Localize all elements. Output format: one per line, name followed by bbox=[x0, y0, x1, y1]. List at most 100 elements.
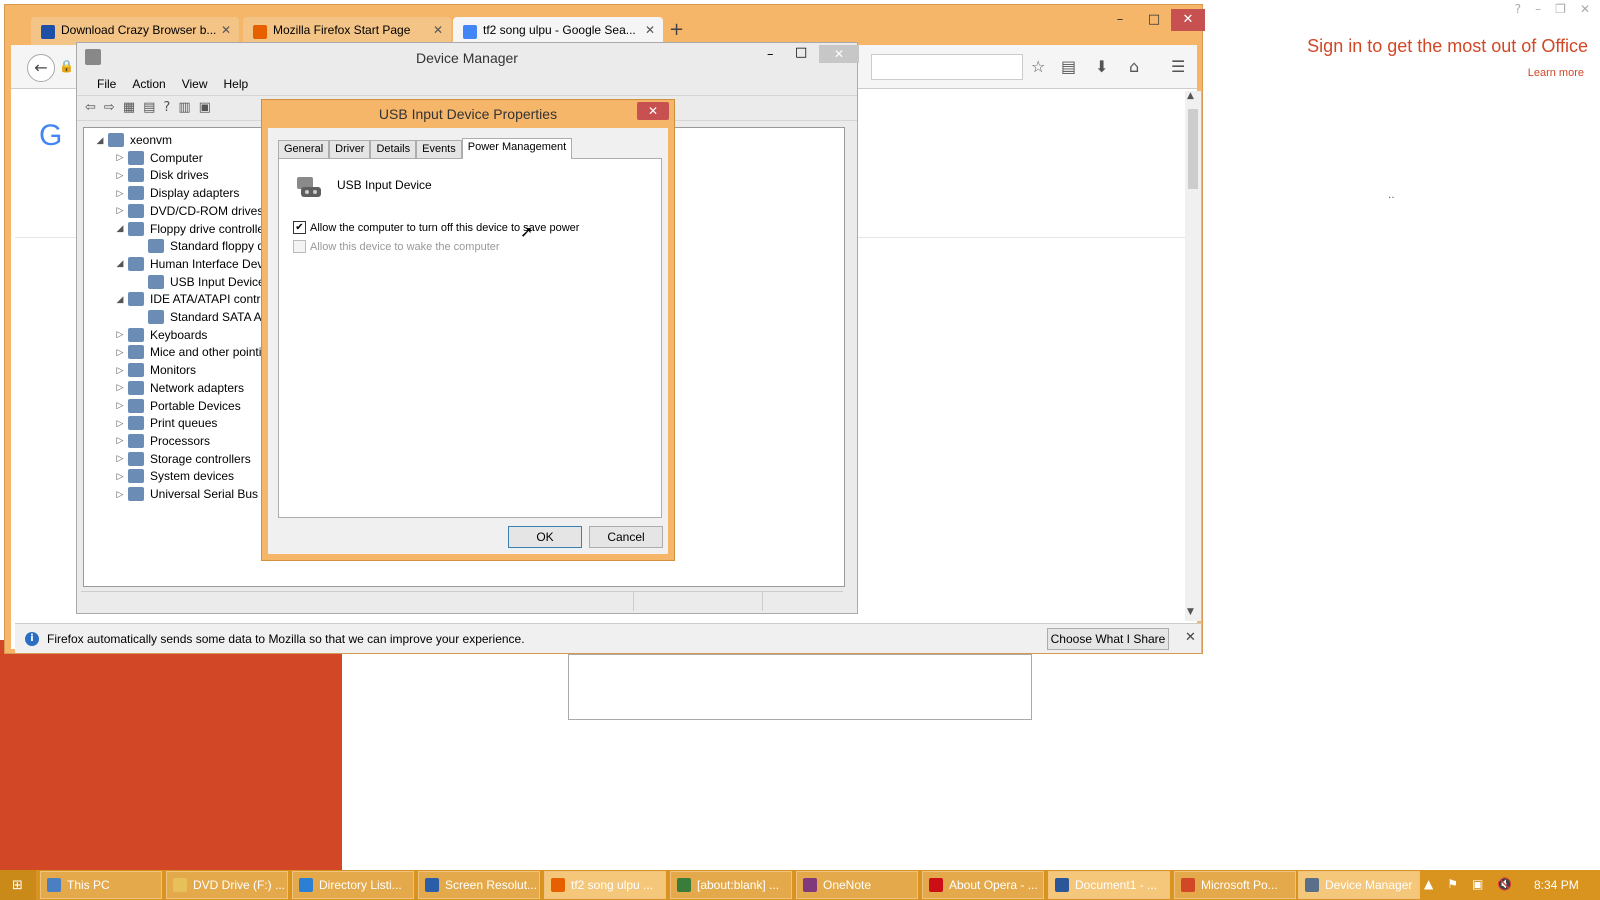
volume-muted-icon[interactable]: 🔇 bbox=[1497, 877, 1512, 891]
taskbar-item[interactable]: Screen Resolut... bbox=[418, 871, 540, 899]
update-driver-icon[interactable]: ▣ bbox=[199, 100, 211, 116]
taskbar-item[interactable]: Document1 - ... bbox=[1048, 871, 1170, 899]
tree-item[interactable]: ▷ Processors bbox=[112, 432, 210, 450]
expand-toggle-icon[interactable]: ▷ bbox=[112, 418, 128, 429]
forward-arrow-icon[interactable]: ⇨ bbox=[104, 100, 115, 116]
show-hidden-icons-icon[interactable]: ▲ bbox=[1424, 877, 1433, 891]
expand-toggle-icon[interactable]: ▷ bbox=[112, 365, 128, 376]
expand-toggle-icon[interactable]: ▷ bbox=[112, 400, 128, 411]
taskbar-item[interactable]: DVD Drive (F:) ... bbox=[166, 871, 288, 899]
maximize-button[interactable]: □ bbox=[795, 45, 807, 60]
expand-toggle-icon[interactable]: ▷ bbox=[112, 471, 128, 482]
expand-toggle-icon[interactable]: ◢ bbox=[112, 223, 128, 234]
menu-icon[interactable]: ☰ bbox=[1171, 57, 1185, 76]
flag-icon[interactable]: ⚑ bbox=[1447, 877, 1458, 891]
taskbar-item[interactable]: This PC bbox=[40, 871, 162, 899]
close-button[interactable]: ✕ bbox=[637, 102, 669, 120]
expand-toggle-icon[interactable]: ▷ bbox=[112, 152, 128, 163]
download-icon[interactable]: ⬇ bbox=[1095, 57, 1108, 76]
browser-tab[interactable]: Mozilla Firefox Start Page ✕ bbox=[243, 17, 451, 45]
expand-toggle-icon[interactable]: ▷ bbox=[112, 170, 128, 181]
tab-events[interactable]: Events bbox=[416, 140, 462, 158]
reading-list-icon[interactable]: ▤ bbox=[1061, 57, 1076, 76]
console-tree-icon[interactable]: ▦ bbox=[123, 100, 135, 116]
expand-toggle-icon[interactable]: ▷ bbox=[112, 347, 128, 358]
close-icon[interactable]: ✕ bbox=[1185, 630, 1196, 645]
close-tab-icon[interactable]: ✕ bbox=[221, 23, 231, 37]
close-icon[interactable]: ✕ bbox=[1580, 2, 1590, 22]
tree-item[interactable]: USB Input Device bbox=[132, 273, 265, 291]
taskbar-item[interactable]: OneNote bbox=[796, 871, 918, 899]
tree-item[interactable]: ◢ Human Interface Devi bbox=[112, 255, 266, 273]
expand-toggle-icon[interactable]: ▷ bbox=[112, 188, 128, 199]
expand-toggle-icon[interactable]: ▷ bbox=[112, 453, 128, 464]
expand-toggle-icon[interactable]: ▷ bbox=[112, 489, 128, 500]
restore-icon[interactable]: ❐ bbox=[1555, 2, 1566, 22]
tree-item[interactable]: ▷ Portable Devices bbox=[112, 397, 241, 415]
tree-item[interactable]: ▷ Keyboards bbox=[112, 326, 207, 344]
tree-item[interactable]: ◢ Floppy drive controlle bbox=[112, 220, 264, 238]
minimize-button[interactable]: – bbox=[767, 47, 774, 62]
maximize-button[interactable]: □ bbox=[1137, 9, 1171, 31]
tree-item[interactable]: Standard SATA AH bbox=[132, 308, 270, 326]
expand-toggle-icon[interactable]: ◢ bbox=[92, 135, 108, 146]
search-bar[interactable] bbox=[871, 54, 1023, 80]
taskbar-item[interactable]: About Opera - ... bbox=[922, 871, 1044, 899]
close-tab-icon[interactable]: ✕ bbox=[433, 23, 443, 37]
tree-item[interactable]: ▷ Display adapters bbox=[112, 184, 239, 202]
tab-details[interactable]: Details bbox=[370, 140, 417, 158]
menu-action[interactable]: Action bbox=[124, 73, 173, 95]
turn-off-device-checkbox[interactable]: ✔ bbox=[293, 221, 306, 234]
home-icon[interactable]: ⌂ bbox=[1129, 57, 1139, 76]
tab-general[interactable]: General bbox=[278, 140, 330, 158]
menu-file[interactable]: File bbox=[89, 73, 124, 95]
menu-view[interactable]: View bbox=[174, 73, 216, 95]
minimize-button[interactable]: – bbox=[1103, 9, 1137, 31]
back-button[interactable]: ← bbox=[27, 54, 55, 82]
tree-item[interactable]: ▷ Network adapters bbox=[112, 379, 244, 397]
scroll-up-icon[interactable]: ▲ bbox=[1187, 91, 1194, 101]
tree-item[interactable]: ▷ System devices bbox=[112, 467, 234, 485]
help-icon[interactable]: ? bbox=[163, 100, 170, 116]
expand-toggle-icon[interactable]: ▷ bbox=[112, 205, 128, 216]
tree-item[interactable]: ▷ Monitors bbox=[112, 361, 196, 379]
tree-item[interactable]: ▷ Disk drives bbox=[112, 166, 209, 184]
scrollbar-thumb[interactable] bbox=[1188, 109, 1198, 189]
office-template-thumbnail[interactable] bbox=[568, 654, 1032, 720]
taskbar-item[interactable]: [about:blank] ... bbox=[670, 871, 792, 899]
tree-item[interactable]: ◢ IDE ATA/ATAPI contr bbox=[112, 290, 260, 308]
taskbar-item[interactable]: tf2 song ulpu ... bbox=[544, 871, 666, 899]
tree-item[interactable]: ▷ Universal Serial Bus cc bbox=[112, 485, 273, 503]
network-icon[interactable]: ▣ bbox=[1472, 877, 1483, 891]
browser-tab[interactable]: Download Crazy Browser b... ✕ bbox=[31, 17, 239, 45]
office-signin-text[interactable]: Sign in to get the most out of Office bbox=[1307, 36, 1588, 57]
expand-toggle-icon[interactable]: ◢ bbox=[112, 258, 128, 269]
taskbar-item[interactable]: Microsoft Po... bbox=[1174, 871, 1296, 899]
menu-help[interactable]: Help bbox=[216, 73, 257, 95]
bookmark-star-icon[interactable]: ☆ bbox=[1031, 57, 1045, 76]
tab-power-management[interactable]: Power Management bbox=[461, 138, 573, 159]
choose-what-i-share-button[interactable]: Choose What I Share bbox=[1047, 628, 1169, 650]
close-button[interactable]: ✕ bbox=[1171, 9, 1205, 31]
tree-item[interactable]: ▷ Storage controllers bbox=[112, 450, 251, 468]
start-button[interactable]: ⊞ bbox=[0, 870, 36, 900]
expand-toggle-icon[interactable]: ▷ bbox=[112, 382, 128, 393]
minimize-icon[interactable]: – bbox=[1535, 2, 1541, 22]
browser-tab-active[interactable]: tf2 song ulpu - Google Sea... ✕ bbox=[453, 17, 663, 45]
back-arrow-icon[interactable]: ⇦ bbox=[85, 100, 96, 116]
ok-button[interactable]: OK bbox=[508, 526, 582, 548]
tree-item[interactable]: ▷ Print queues bbox=[112, 414, 217, 432]
cancel-button[interactable]: Cancel bbox=[589, 526, 663, 548]
tree-item[interactable]: Standard floppy d bbox=[132, 237, 264, 255]
expand-toggle-icon[interactable]: ◢ bbox=[112, 294, 128, 305]
taskbar-item[interactable]: Directory Listi... bbox=[292, 871, 414, 899]
new-tab-button[interactable]: + bbox=[669, 19, 684, 40]
close-button[interactable]: ✕ bbox=[819, 45, 859, 63]
help-icon[interactable]: ? bbox=[1515, 2, 1521, 22]
taskbar-item[interactable]: Device Manager bbox=[1298, 871, 1420, 899]
office-learn-more-link[interactable]: Learn more bbox=[1528, 67, 1584, 79]
properties-icon[interactable]: ▤ bbox=[143, 100, 155, 116]
tree-item[interactable]: ▷ DVD/CD-ROM drives bbox=[112, 202, 263, 220]
tree-item[interactable]: ▷ Computer bbox=[112, 149, 203, 167]
scroll-down-icon[interactable]: ▼ bbox=[1187, 607, 1194, 617]
